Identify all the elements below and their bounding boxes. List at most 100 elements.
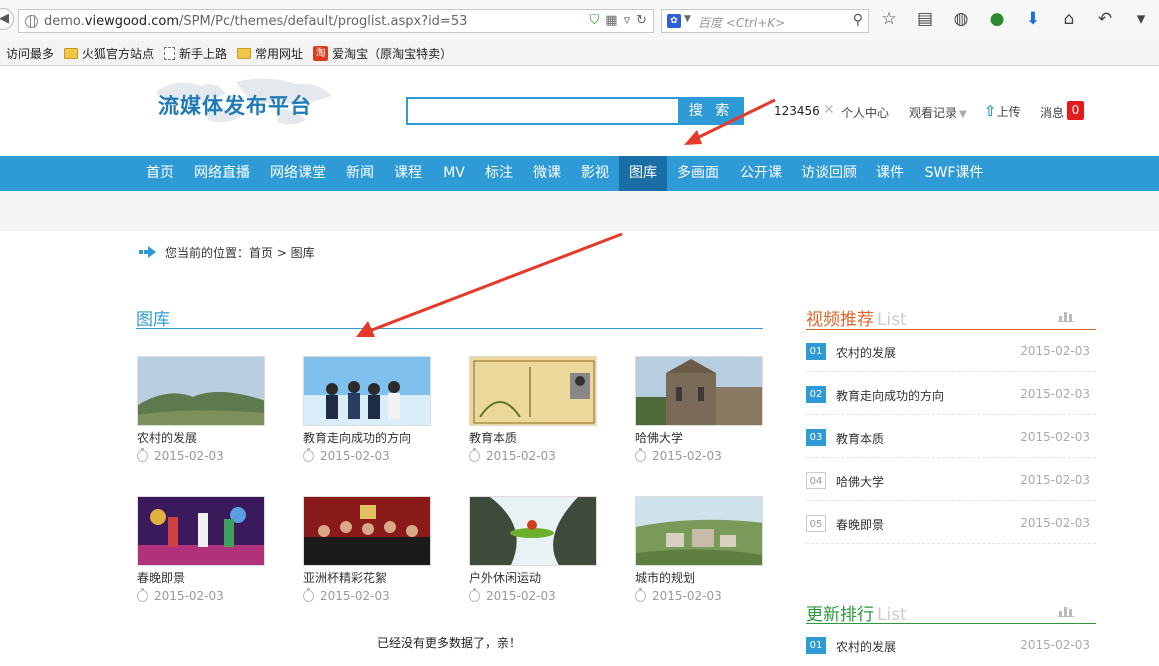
list-item[interactable]: 04 哈佛大学 2015-02-03 xyxy=(806,458,1096,501)
list-item[interactable]: 01 农村的发展 2015-02-03 xyxy=(806,623,1096,666)
reading-list-icon[interactable]: ▤ xyxy=(914,9,936,29)
clock-icon xyxy=(635,448,646,462)
gallery-card[interactable]: 教育本质 2015-02-03 xyxy=(469,356,597,463)
nav-swf[interactable]: SWF课件 xyxy=(918,156,990,191)
list-item[interactable]: 03 教育本质 2015-02-03 xyxy=(806,415,1096,458)
rank-title[interactable]: 农村的发展 xyxy=(836,344,896,361)
url-text: demo.viewgood.com/SPM/Pc/themes/default/… xyxy=(44,14,468,29)
site-logo[interactable]: 流媒体发布平台 xyxy=(158,90,312,120)
thumbnail-gala[interactable] xyxy=(137,496,265,566)
thumbnail-city-planning[interactable] xyxy=(635,496,763,566)
thumbnail-asian-cup[interactable] xyxy=(303,496,431,566)
username[interactable]: 123456 xyxy=(774,104,820,118)
nav-courseware[interactable]: 课件 xyxy=(869,156,911,191)
shield-icon[interactable]: ⛉ xyxy=(590,13,600,28)
bookmark-getting-started[interactable]: 新手上路 xyxy=(164,45,227,62)
search-engine-placeholder: 百度 <Ctrl+K> xyxy=(698,16,786,30)
nav-multiscreen[interactable]: 多画面 xyxy=(670,156,726,191)
thumbnail-harvard[interactable] xyxy=(635,356,763,426)
gallery-card[interactable]: 农村的发展 2015-02-03 xyxy=(137,356,265,463)
nav-classroom[interactable]: 网络课堂 xyxy=(264,156,332,191)
gallery-card[interactable]: 教育走向成功的方向 2015-02-03 xyxy=(303,356,431,463)
list-item[interactable]: 01 农村的发展 2015-02-03 xyxy=(806,329,1096,372)
site-search-input[interactable] xyxy=(406,97,678,125)
message-count-badge[interactable]: 0 xyxy=(1067,101,1084,120)
nav-mv[interactable]: MV xyxy=(435,156,473,191)
nav-interview[interactable]: 访谈回顾 xyxy=(795,156,863,191)
download-icon[interactable]: ⬇ xyxy=(1022,9,1044,29)
user-center-link[interactable]: 个人中心 xyxy=(841,104,889,121)
qr-code-icon[interactable]: ▦ xyxy=(605,13,617,28)
gallery-card[interactable]: 亚洲杯精彩花絮 2015-02-03 xyxy=(303,496,431,603)
gallery-card[interactable]: 户外休闲运动 2015-02-03 xyxy=(469,496,597,603)
back-button[interactable]: ◀ xyxy=(0,8,14,30)
card-date: 2015-02-03 xyxy=(486,589,556,603)
bookmark-aitaobao[interactable]: 淘爱淘宝（原淘宝特卖） xyxy=(313,45,452,62)
dropdown-arrow-icon[interactable]: ▿ xyxy=(624,13,631,28)
gallery-card[interactable]: 春晚即景 2015-02-03 xyxy=(137,496,265,603)
addon-icon[interactable]: ● xyxy=(986,9,1008,29)
bookmark-common-sites[interactable]: 常用网址 xyxy=(237,45,303,62)
baidu-paw-icon[interactable]: ✿ xyxy=(667,14,681,28)
main-nav: 首页 网络直播 网络课堂 新闻 课程 MV 标注 微课 影视 图库 多画面 公开… xyxy=(0,156,1159,191)
bar-chart-icon[interactable] xyxy=(1058,605,1074,617)
nav-live[interactable]: 网络直播 xyxy=(188,156,256,191)
clock-icon xyxy=(303,448,314,462)
latest-title: 更新排行 List xyxy=(806,605,907,625)
chevron-down-icon[interactable]: ▼ xyxy=(684,14,691,24)
nav-gallery[interactable]: 图库 xyxy=(619,156,667,191)
palette-icon[interactable]: ◍ xyxy=(950,9,972,29)
thumbnail-outdoor[interactable] xyxy=(469,496,597,566)
rank-title[interactable]: 农村的发展 xyxy=(836,638,896,655)
gallery-card[interactable]: 城市的规划 2015-02-03 xyxy=(635,496,763,603)
card-title[interactable]: 春晚即景 xyxy=(137,570,265,586)
card-title[interactable]: 教育本质 xyxy=(469,430,597,446)
card-title[interactable]: 亚洲杯精彩花絮 xyxy=(303,570,431,586)
card-date: 2015-02-03 xyxy=(154,589,224,603)
rank-date: 2015-02-03 xyxy=(1020,638,1090,652)
search-engine-box[interactable]: ✿ ▼ 百度 <Ctrl+K> ⚲ xyxy=(661,9,869,33)
rank-title[interactable]: 哈佛大学 xyxy=(836,473,884,490)
site-search-button[interactable]: 搜 索 xyxy=(678,97,744,125)
reload-icon[interactable]: ↻ xyxy=(636,13,647,28)
card-title[interactable]: 城市的规划 xyxy=(635,570,763,586)
rank-date: 2015-02-03 xyxy=(1020,344,1090,358)
undo-icon[interactable]: ↶ xyxy=(1094,9,1116,29)
card-title[interactable]: 哈佛大学 xyxy=(635,430,763,446)
home-icon[interactable]: ⌂ xyxy=(1058,9,1080,29)
rank-title[interactable]: 教育本质 xyxy=(836,430,884,447)
thumbnail-education[interactable] xyxy=(303,356,431,426)
rank-number: 01 xyxy=(806,343,826,360)
nav-news[interactable]: 新闻 xyxy=(339,156,381,191)
nav-courses[interactable]: 课程 xyxy=(387,156,429,191)
menu-caret-icon[interactable]: ▾ xyxy=(1130,9,1152,29)
nav-home[interactable]: 首页 xyxy=(139,156,181,191)
bookmark-star-icon[interactable]: ☆ xyxy=(878,9,900,29)
thumbnail-education-essence[interactable] xyxy=(469,356,597,426)
card-title[interactable]: 农村的发展 xyxy=(137,430,265,446)
card-title[interactable]: 户外休闲运动 xyxy=(469,570,597,586)
thumbnail-countryside[interactable] xyxy=(137,356,265,426)
rank-number: 03 xyxy=(806,429,826,446)
nav-annotation[interactable]: 标注 xyxy=(478,156,520,191)
bar-chart-icon[interactable] xyxy=(1058,310,1074,322)
bookmark-firefox-site[interactable]: 火狐官方站点 xyxy=(64,45,154,62)
close-icon[interactable]: ✕ xyxy=(823,102,835,118)
rank-title[interactable]: 春晚即景 xyxy=(836,516,884,533)
nav-film[interactable]: 影视 xyxy=(574,156,616,191)
list-item[interactable]: 05 春晚即景 2015-02-03 xyxy=(806,501,1096,544)
rank-number: 04 xyxy=(806,472,826,489)
rank-number: 02 xyxy=(806,386,826,403)
history-dropdown[interactable]: 观看记录 ▼ xyxy=(909,104,967,121)
nav-microcourse[interactable]: 微课 xyxy=(526,156,568,191)
card-title[interactable]: 教育走向成功的方向 xyxy=(303,430,431,446)
gallery-card[interactable]: 哈佛大学 2015-02-03 xyxy=(635,356,763,463)
search-icon[interactable]: ⚲ xyxy=(853,12,863,28)
address-bar[interactable]: demo.viewgood.com/SPM/Pc/themes/default/… xyxy=(18,9,654,33)
rank-title[interactable]: 教育走向成功的方向 xyxy=(836,387,944,404)
nav-open-course[interactable]: 公开课 xyxy=(733,156,789,191)
list-item[interactable]: 02 教育走向成功的方向 2015-02-03 xyxy=(806,372,1096,415)
messages-link[interactable]: 消息 xyxy=(1040,104,1064,121)
upload-button[interactable]: ⇧上传 xyxy=(984,102,1021,120)
bookmark-most-visited[interactable]: 访问最多 xyxy=(6,45,54,62)
